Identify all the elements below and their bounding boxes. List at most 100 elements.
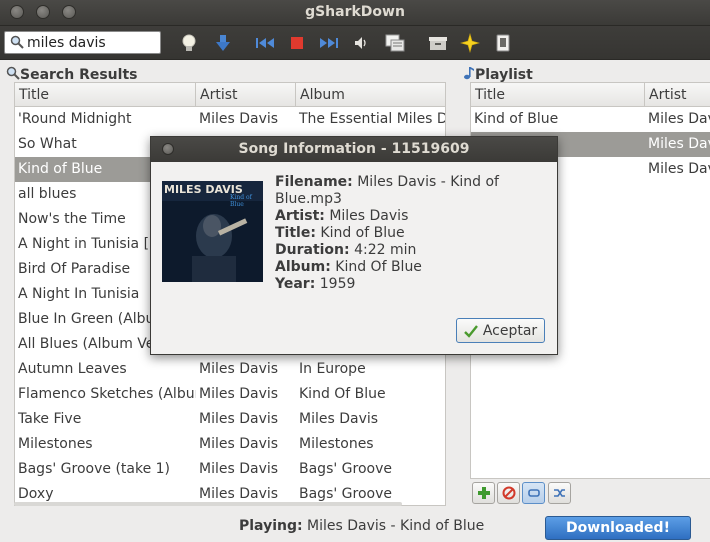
info-value: 1959 (319, 276, 356, 292)
search-box[interactable] (4, 31, 161, 54)
cell-title: Milestones (18, 436, 93, 452)
cell-artist: Miles Davis (199, 436, 279, 452)
previous-icon (256, 38, 274, 48)
window-titlebar: gSharkDown (0, 0, 710, 26)
column-header-album[interactable]: Album (296, 83, 445, 107)
stop-icon (291, 37, 303, 49)
info-button[interactable] (384, 32, 406, 54)
window-title: gSharkDown (305, 4, 405, 20)
lightbulb-icon (182, 34, 196, 51)
search-icon (6, 66, 20, 80)
song-info-fields: Filename: Miles Davis - Kind of Blue.mp3… (275, 174, 557, 293)
toolbar-box-icon (429, 37, 447, 50)
info-key: Title: (275, 225, 316, 241)
lightbulb-button[interactable] (178, 32, 200, 54)
playlist-cell-title: Kind of Blue (474, 111, 559, 127)
cell-artist: Miles Davis (199, 386, 279, 402)
repeat-button[interactable] (522, 482, 545, 504)
playlist-row[interactable]: Kind of Blue Miles Dav (471, 107, 710, 132)
previous-button[interactable] (254, 32, 276, 54)
add-icon (477, 487, 490, 499)
table-row[interactable]: Milestones Miles Davis Milestones (15, 432, 445, 457)
cell-album: Bags' Groove (299, 461, 392, 477)
playlist-column-artist[interactable]: Artist (645, 83, 710, 107)
info-key: Artist: (275, 208, 325, 224)
info-key: Filename: (275, 174, 353, 190)
add-button[interactable] (472, 482, 495, 504)
cell-album: The Essential Miles Da (299, 111, 446, 127)
info-line: Artist: Miles Davis (275, 208, 557, 225)
dialog-close-button[interactable] (162, 143, 174, 155)
device-icon (496, 34, 510, 52)
volume-icon (355, 37, 366, 49)
remove-button[interactable] (497, 482, 520, 504)
downloaded-button[interactable]: Downloaded! (545, 516, 691, 540)
status-value: Miles Davis - Kind of Blue (307, 518, 485, 534)
info-value: Miles Davis (329, 208, 409, 224)
info-line: Filename: Miles Davis - Kind of Blue.mp3 (275, 174, 557, 208)
table-row[interactable]: Take Five Miles Davis Miles Davis (15, 407, 445, 432)
accept-button[interactable]: Aceptar (456, 318, 545, 343)
info-key: Album: (275, 259, 331, 275)
cell-album: Kind Of Blue (299, 386, 386, 402)
status-label: Playing: (239, 518, 303, 534)
download-button[interactable] (212, 32, 234, 54)
remove-icon (502, 486, 515, 500)
cell-title: Bags' Groove (take 1) (18, 461, 171, 477)
album-art-subtitle: Kind of Blue (230, 194, 252, 208)
check-icon (463, 324, 478, 338)
playlist-cell-artist: Miles Dav (648, 161, 710, 177)
album-art: MILES DAVIS Kind of Blue (162, 181, 263, 282)
star-icon (460, 33, 480, 53)
info-icon (385, 34, 405, 52)
download-arrow-icon (216, 35, 230, 51)
playlist-header-row: Title Artist (471, 83, 710, 107)
search-results-title: Search Results (20, 67, 138, 83)
playlist-title: Playlist (475, 67, 533, 83)
table-row[interactable]: Flamenco Sketches (Albun Miles Davis Kind … (15, 382, 445, 407)
column-header-artist[interactable]: Artist (196, 83, 296, 107)
info-value: Kind Of Blue (335, 259, 422, 275)
cell-title: Take Five (18, 411, 82, 427)
column-header-title[interactable]: Title (15, 83, 196, 107)
info-line: Year: 1959 (275, 276, 557, 293)
info-key: Duration: (275, 242, 350, 258)
table-row[interactable]: 'Round Midnight Miles Davis The Essential … (15, 107, 445, 132)
cell-title: 'Round Midnight (18, 111, 132, 127)
cell-title: Autumn Leaves (18, 361, 127, 377)
search-results-header-row: Title Artist Album (15, 83, 445, 107)
playlist-header: Playlist (463, 66, 533, 83)
accept-button-label: Aceptar (482, 322, 538, 339)
playlist-column-title[interactable]: Title (471, 83, 645, 107)
next-button[interactable] (318, 32, 340, 54)
info-value: 4:22 min (354, 242, 417, 258)
cell-artist: Miles Davis (199, 111, 279, 127)
stop-button[interactable] (286, 32, 308, 54)
shuffle-button[interactable] (548, 482, 571, 504)
search-icon (10, 35, 24, 49)
cell-artist: Miles Davis (199, 461, 279, 477)
playlist-cell-artist: Miles Dav (648, 111, 710, 127)
music-note-icon (464, 67, 474, 80)
dialog-title: Song Information - 11519609 (151, 137, 557, 162)
cell-title: Flamenco Sketches (Albun (18, 386, 196, 402)
cell-artist: Miles Davis (199, 411, 279, 427)
next-icon (320, 38, 338, 48)
toolbar-box-button[interactable] (427, 32, 449, 54)
cell-album: Milestones (299, 436, 374, 452)
playlist-cell-artist: Miles Dav (648, 136, 710, 152)
cell-album: Miles Davis (299, 411, 379, 427)
table-row[interactable]: Bags' Groove (take 1) Miles Davis Bags' Gr… (15, 457, 445, 482)
device-button[interactable] (492, 32, 514, 54)
horizontal-scrollbar[interactable] (14, 502, 402, 506)
info-value: Kind of Blue (320, 225, 405, 241)
shuffle-icon (553, 489, 565, 497)
repeat-icon (527, 489, 540, 497)
cell-artist: Miles Davis (199, 361, 279, 377)
star-button[interactable] (459, 32, 481, 54)
table-row[interactable]: Autumn Leaves Miles Davis In Europe (15, 357, 445, 382)
song-info-dialog: Song Information - 11519609 MILES DAVIS … (150, 136, 558, 355)
volume-button[interactable] (350, 32, 372, 54)
search-input[interactable] (27, 34, 157, 52)
info-line: Duration: 4:22 min (275, 242, 557, 259)
